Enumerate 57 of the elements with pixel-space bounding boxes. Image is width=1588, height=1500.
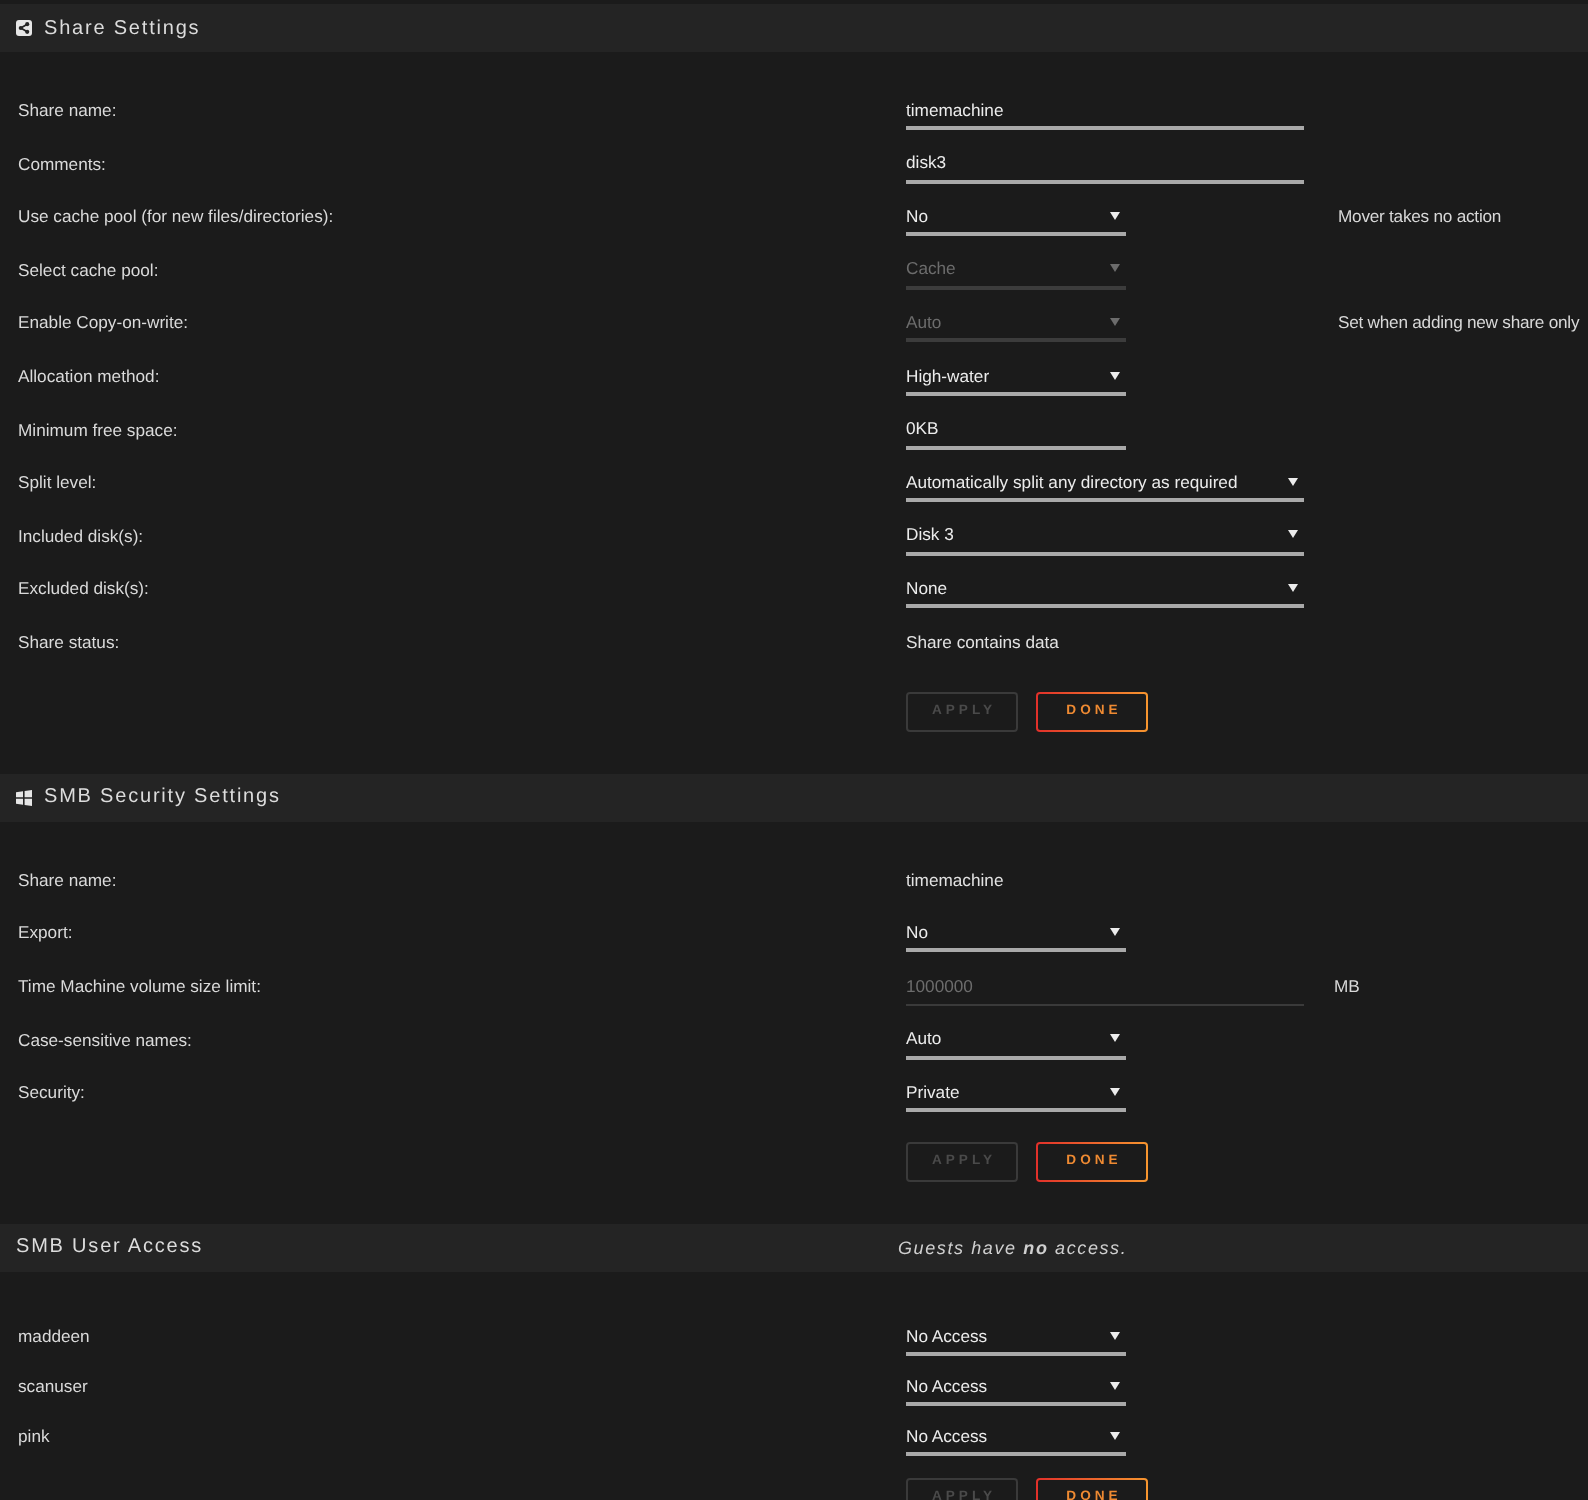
dropdown[interactable]: No Access: [906, 1416, 1126, 1457]
caret-icon: [1110, 264, 1120, 273]
field-label: maddeen: [18, 1326, 90, 1347]
text-input[interactable]: timemachine: [906, 90, 1304, 131]
caret-icon: [1288, 530, 1298, 539]
caret-icon: [1288, 583, 1298, 592]
section-title: Share Settings: [44, 17, 201, 39]
dropdown[interactable]: Private: [906, 1072, 1126, 1113]
header-note: Guests have no access.: [898, 1237, 1128, 1258]
hint-text: Set when adding new share only: [1338, 312, 1580, 333]
caret-icon: [1110, 371, 1120, 380]
field-label: Allocation method:: [18, 366, 160, 387]
value-text: Share contains data: [906, 632, 1059, 653]
dropdown[interactable]: No: [906, 912, 1126, 953]
section-title: SMB Security Settings: [44, 786, 281, 809]
caret-icon: [1288, 477, 1298, 486]
caret-icon: [1110, 1034, 1120, 1043]
dropdown[interactable]: None: [906, 568, 1304, 609]
field-label: Excluded disk(s):: [18, 578, 149, 599]
caret-icon: [1110, 317, 1120, 326]
dropdown[interactable]: Auto: [906, 1019, 1126, 1060]
dropdown[interactable]: No Access: [906, 1316, 1126, 1357]
caret-icon: [1110, 1381, 1120, 1390]
text-input[interactable]: disk3: [906, 143, 1304, 184]
field-label: Time Machine volume size limit:: [18, 976, 261, 996]
share-icon: [16, 20, 32, 36]
field-label: Select cache pool:: [18, 259, 159, 280]
field-label: Minimum free space:: [18, 419, 178, 440]
caret-icon: [1110, 927, 1120, 936]
text-input[interactable]: 0KB: [906, 409, 1126, 450]
dropdown[interactable]: High-water: [906, 356, 1126, 397]
unit-label: MB: [1334, 976, 1360, 996]
field-label: pink: [18, 1426, 50, 1447]
dropdown[interactable]: Disk 3: [906, 515, 1304, 556]
caret-icon: [1110, 1331, 1120, 1340]
field-label: Use cache pool (for new files/directories):: [18, 206, 334, 227]
hint-text: Mover takes no action: [1338, 206, 1502, 227]
dropdown[interactable]: No Access: [906, 1366, 1126, 1407]
section-title: SMB User Access: [16, 1236, 204, 1259]
caret-icon: [1110, 1087, 1120, 1096]
field-label: Split level:: [18, 472, 97, 493]
field-label: Included disk(s):: [18, 525, 144, 546]
field-label: Enable Copy-on-write:: [18, 312, 189, 333]
window-panes-icon: [16, 789, 32, 806]
field-label: Share status:: [18, 632, 120, 653]
dropdown[interactable]: Automatically split any directory as required: [906, 462, 1304, 503]
field-label: Share name:: [18, 869, 117, 890]
caret-icon: [1110, 1431, 1120, 1440]
caret-icon: [1110, 211, 1120, 220]
value-text: timemachine: [906, 869, 1004, 890]
dropdown[interactable]: No: [906, 196, 1126, 237]
field-label: scanuser: [18, 1376, 88, 1397]
field-label: Security:: [18, 1082, 85, 1103]
field-label: Share name:: [18, 100, 117, 121]
field-label: Comments:: [18, 153, 106, 174]
field-label: Export:: [18, 922, 73, 943]
field-label: Case-sensitive names:: [18, 1029, 192, 1050]
